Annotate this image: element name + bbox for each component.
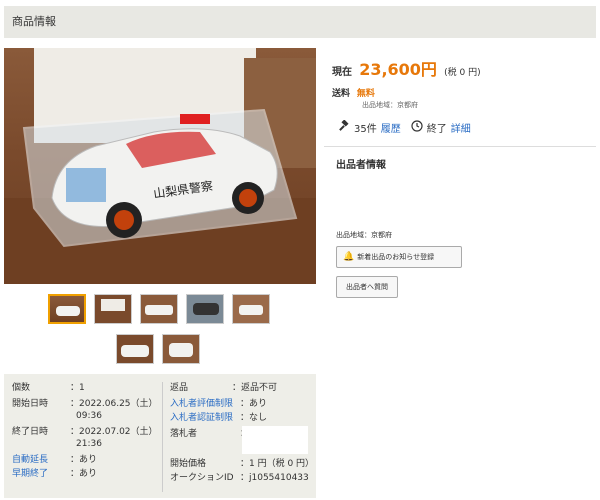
bell-icon: 🔔 — [343, 252, 355, 262]
current-price: 23,600円 — [359, 60, 437, 79]
detail-start-time: 開始日時 ：2022.06.25（土） 09:36 — [12, 399, 158, 421]
thumbnail-6[interactable] — [116, 334, 154, 364]
clock-icon — [411, 120, 423, 135]
notify-button-label: 新着出品のお知らせ登録 — [357, 253, 435, 261]
ask-seller-label: 出品者へ質問 — [346, 283, 388, 291]
seller-info-title: 出品者情報 — [336, 160, 386, 171]
thumbnail-7[interactable] — [162, 334, 200, 364]
gavel-icon — [338, 119, 350, 135]
product-image: 山梨県警察 — [4, 48, 316, 284]
price-row: 現在 23,600円 (税 0 円) — [332, 56, 596, 80]
thumbnail-4[interactable] — [186, 294, 224, 324]
new-listing-notify-button[interactable]: 🔔 新着出品のお知らせ登録 — [336, 246, 462, 268]
auction-status: 終了 — [426, 124, 447, 135]
thumbnail-2[interactable] — [94, 294, 132, 324]
bidder-auth-link[interactable]: 入札者認証制限 — [170, 413, 233, 423]
bid-count: 35件 — [354, 124, 377, 135]
detail-start-price: 開始価格 ：1 円（税 0 円） — [170, 459, 315, 469]
bid-history-link[interactable]: 履歴 — [381, 120, 401, 135]
detail-bidder-rating-limit: 入札者評価制限 ：あり — [170, 399, 268, 409]
bid-row: 35件 履歴 終了 詳細 — [338, 119, 471, 135]
seller-region: 出品地域：京都府 — [336, 231, 392, 239]
detail-early-end: 早期終了 ：あり — [12, 469, 98, 479]
detail-auction-id: オークションID ：j1055410433 — [170, 473, 309, 483]
shipping-region: 出品地域：京都府 — [362, 101, 418, 109]
detail-quantity: 個数 ：1 — [12, 383, 85, 393]
shipping-value: 無料 — [356, 89, 375, 99]
details-divider — [162, 382, 163, 492]
thumbnail-1[interactable] — [48, 294, 86, 324]
detail-end-time: 終了日時 ：2022.07.02（土） 21:36 — [12, 427, 158, 449]
detail-link[interactable]: 詳細 — [451, 120, 471, 135]
detail-returns: 返品 ：返品不可 — [170, 383, 278, 393]
detail-winner: 落札者 ： — [170, 429, 249, 439]
thumbnail-5[interactable] — [232, 294, 270, 324]
price-tax: (税 0 円) — [444, 68, 481, 78]
divider — [324, 146, 596, 147]
shipping-label: 送料 — [332, 89, 351, 99]
section-title: 商品情報 — [12, 15, 56, 28]
bidder-rating-link[interactable]: 入札者評価制限 — [170, 399, 233, 409]
detail-auto-extend: 自動延長 ：あり — [12, 455, 98, 465]
price-panel: 現在 23,600円 (税 0 円) 送料 無料 出品地域：京都府 35件 履歴… — [332, 56, 596, 135]
price-label: 現在 — [332, 67, 352, 78]
auction-details-panel: 個数 ：1 開始日時 ：2022.06.25（土） 09:36 終了日時 ：20… — [4, 374, 316, 498]
main-product-photo[interactable]: 山梨県警察 — [4, 48, 316, 284]
ask-seller-button[interactable]: 出品者へ質問 — [336, 276, 398, 298]
shipping-row: 送料 無料 — [332, 86, 375, 99]
detail-bidder-auth-limit: 入札者認証制限 ：なし — [170, 413, 268, 423]
auto-extend-link[interactable]: 自動延長 — [12, 455, 48, 465]
section-header: 商品情報 — [4, 6, 596, 38]
winner-redacted-box — [242, 426, 308, 454]
early-end-link[interactable]: 早期終了 — [12, 469, 48, 479]
thumbnail-3[interactable] — [140, 294, 178, 324]
